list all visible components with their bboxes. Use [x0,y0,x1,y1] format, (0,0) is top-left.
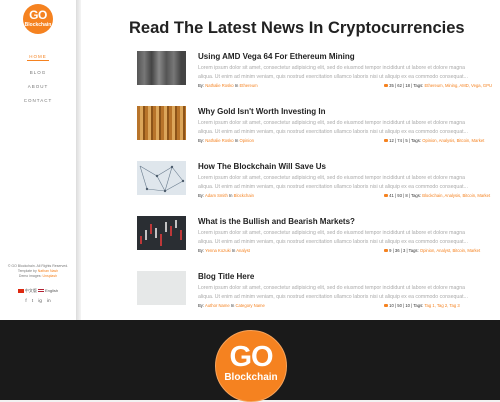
article-title[interactable]: How The Blockchain Will Save Us [198,162,500,171]
article-meta: By: Author Name In Category Name 10 | 50… [198,303,460,308]
tags-links[interactable]: Blockchain, Analysis, Bitcoin, Market [422,193,490,198]
article-excerpt: Lorem ipsum dolor sit amet, consectetur … [198,175,468,190]
article-card: Why Gold Isn't Worth Investing In Lorem … [137,106,500,143]
article-excerpt: Lorem ipsum dolor sit amet, consectetur … [198,285,468,300]
category-link[interactable]: Category Name [236,303,265,308]
tags-links[interactable]: Ethereum, Mining, AMD, Vega, GPU [425,83,493,88]
article-card: Blog Title Here Lorem ipsum dolor sit am… [137,271,500,308]
main-content: Read The Latest News In Cryptocurrencies… [81,0,500,320]
article-card: Using AMD Vega 64 For Ethereum Mining Lo… [137,51,500,88]
nav-item-blog[interactable]: BLOG [0,70,76,75]
article-excerpt: Lorem ipsum dolor sit amet, consectetur … [198,120,468,135]
page-title: Read The Latest News In Cryptocurrencies [129,19,465,37]
article-excerpt: Lorem ipsum dolor sit amet, consectetur … [198,65,468,80]
linkedin-icon[interactable]: in [47,298,51,303]
tags-links[interactable]: Opinion, Analysis, Bitcoin, Market [422,138,484,143]
article-thumbnail[interactable] [137,161,186,195]
article-thumbnail[interactable] [137,51,186,85]
network-image [139,165,185,193]
comments-icon [384,249,388,253]
tags-links[interactable]: Tag 1, Tag 2, Tag 3 [424,303,459,308]
category-link[interactable]: Opinion [239,138,253,143]
category-link[interactable]: Ethereum [239,83,257,88]
article-meta: By: Nathalie Rosko In Ethereum 35 | 62 |… [198,83,493,88]
main-nav: HOME BLOG ABOUT CONTACT [0,54,76,112]
article-title[interactable]: Why Gold Isn't Worth Investing In [198,107,500,116]
article-title[interactable]: Blog Title Here [198,272,500,281]
article-title[interactable]: Using AMD Vega 64 For Ethereum Mining [198,52,500,61]
sidebar-footer: © GO Blockchain. All Rights Reserved. Te… [0,264,76,279]
page-footer: GO Blockchain [0,320,500,402]
template-by-label: Template by [17,269,37,273]
lang-chinese[interactable]: 中文版 [17,288,37,293]
nav-item-about[interactable]: ABOUT [0,84,76,89]
sidebar: GO Blockchain HOME BLOG ABOUT CONTACT © … [0,0,76,320]
article-thumbnail[interactable] [137,271,186,305]
article-card: What is the Bullish and Bearish Markets?… [137,216,500,253]
author-link[interactable]: Nathalie Rosko [205,83,233,88]
candlestick-image [140,220,182,246]
twitter-icon[interactable]: t [32,298,33,303]
nav-item-home[interactable]: HOME [27,54,49,61]
article-title[interactable]: What is the Bullish and Bearish Markets? [198,217,500,226]
category-link[interactable]: Blockchain [234,193,254,198]
template-author-link[interactable]: Nathan Nash [38,269,58,273]
category-link[interactable]: Analyst [236,248,250,253]
author-link[interactable]: Yenna Kozuki [205,248,230,253]
comments-icon [384,84,388,88]
china-flag-icon [17,288,24,293]
author-link[interactable]: Author Name [205,303,230,308]
article-meta: By: Adam Smith In Blockchain 41 | 93 | 8… [198,193,491,198]
logo[interactable]: GO Blockchain [23,4,53,34]
article-card: How The Blockchain Will Save Us Lorem ip… [137,161,500,198]
article-thumbnail[interactable] [137,216,186,250]
article-meta: By: Yenna Kozuki In Analyst 9 | 36 | 3 |… [198,248,481,253]
lang-english[interactable]: English [38,288,58,293]
nav-item-contact[interactable]: CONTACT [0,98,76,103]
language-switcher: 中文版 English [0,288,76,294]
article-meta: By: Nathalie Rosko In Opinion 12 | 74 | … [198,138,485,143]
instagram-icon[interactable]: ig [38,298,42,303]
author-link[interactable]: Nathalie Rosko [205,138,233,143]
comments-icon [384,194,388,198]
tags-links[interactable]: Opinion, Analyst, Bitcoin, Market [420,248,480,253]
demo-images-link[interactable]: Unsplash [42,274,57,278]
comments-icon [384,304,388,308]
footer-logo[interactable]: GO Blockchain [215,330,287,402]
social-links: f t ig in [0,298,76,303]
author-link[interactable]: Adam Smith [205,193,228,198]
article-thumbnail[interactable] [137,106,186,140]
article-excerpt: Lorem ipsum dolor sit amet, consectetur … [198,230,468,245]
demo-images-label: Demo images: [18,274,42,278]
us-flag-icon [38,288,44,293]
comments-icon [384,139,388,143]
facebook-icon[interactable]: f [25,298,26,303]
